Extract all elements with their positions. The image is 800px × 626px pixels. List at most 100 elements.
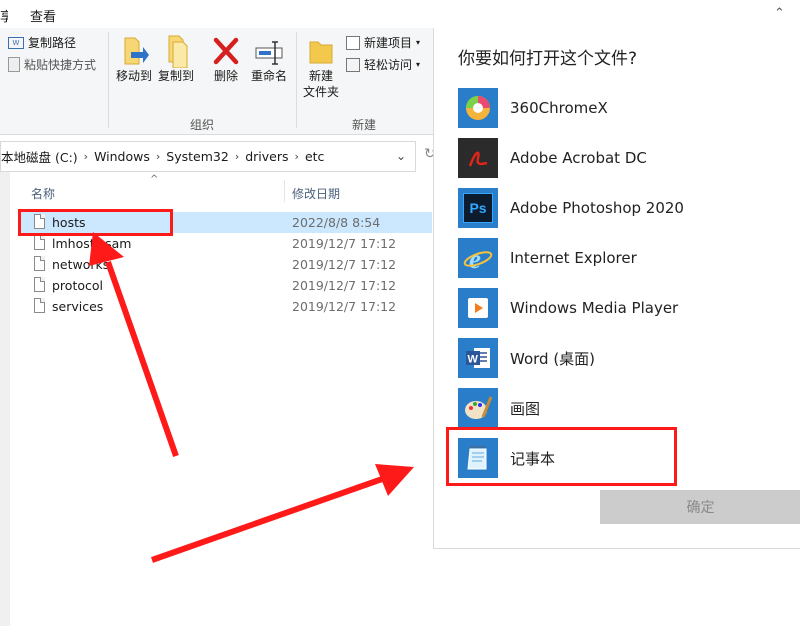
internet-explorer-icon: e <box>458 238 498 278</box>
breadcrumb-system32[interactable]: System32 <box>166 149 229 164</box>
file-name: services <box>52 299 104 314</box>
new-folder-button[interactable]: 新建 文件夹 <box>300 34 342 100</box>
highlight-box-hosts <box>18 209 173 236</box>
copy-path-label: 复制路径 <box>28 36 77 50</box>
file-name: networks <box>52 257 110 272</box>
copy-to-button[interactable]: 复制到 <box>156 34 196 84</box>
file-date: 2019/12/7 17:12 <box>292 257 397 272</box>
new-folder-label-1: 新建 <box>308 69 333 83</box>
file-date: 2022/8/8 8:54 <box>292 215 381 230</box>
sort-ascending-icon: ^ <box>150 174 159 185</box>
file-name: lmhosts.sam <box>52 236 132 251</box>
delete-label: 删除 <box>213 69 238 83</box>
nav-pane-scrollbar[interactable] <box>0 172 10 626</box>
file-row[interactable]: protocol 2019/12/7 17:12 <box>20 275 432 296</box>
ribbon-collapse-icon[interactable]: ⌃ <box>774 6 785 21</box>
acrobat-icon <box>458 138 498 178</box>
paint-icon <box>458 388 498 428</box>
address-dropdown-icon[interactable]: ⌄ <box>396 149 406 163</box>
new-item-label: 新建项目 <box>364 36 413 50</box>
column-divider[interactable] <box>284 180 285 202</box>
delete-icon <box>213 37 239 65</box>
app-label: Word (桌面) <box>510 349 596 368</box>
move-to-icon <box>124 37 149 65</box>
column-header-modified[interactable]: 修改日期 <box>292 185 340 202</box>
new-group-label: 新建 <box>352 118 377 132</box>
paste-shortcut-icon <box>8 57 20 72</box>
new-item-icon <box>346 35 360 50</box>
tab-share[interactable]: 享 <box>0 6 8 25</box>
easy-access-label: 轻松访问 <box>364 58 413 72</box>
app-label: Adobe Photoshop 2020 <box>510 199 684 217</box>
group-divider <box>296 32 297 128</box>
rename-label: 重命名 <box>250 69 287 83</box>
breadcrumb-separator-icon[interactable]: › <box>84 150 88 163</box>
photoshop-icon: Ps <box>458 188 498 228</box>
svg-text:W: W <box>468 354 479 366</box>
breadcrumb-drive[interactable]: 本地磁盘 (C:) <box>1 147 78 166</box>
breadcrumb-separator-icon[interactable]: › <box>295 150 299 163</box>
file-row[interactable]: services 2019/12/7 17:12 <box>20 296 432 317</box>
app-option-paint[interactable]: 画图 <box>458 386 788 430</box>
file-row[interactable]: lmhosts.sam 2019/12/7 17:12 <box>20 233 432 254</box>
highlight-box-notepad <box>446 427 677 486</box>
paste-shortcut-button[interactable]: 粘贴快捷方式 <box>8 56 96 73</box>
svg-text:e: e <box>469 244 481 273</box>
easy-access-dropdown-icon: ▾ <box>416 60 421 69</box>
app-option-photoshop[interactable]: Ps Adobe Photoshop 2020 <box>458 186 788 230</box>
file-date: 2019/12/7 17:12 <box>292 236 397 251</box>
delete-button[interactable]: 删除 <box>208 34 244 84</box>
chrome360-icon <box>458 88 498 128</box>
move-to-button[interactable]: 移动到 <box>114 34 154 84</box>
file-icon <box>34 298 45 313</box>
file-date: 2019/12/7 17:12 <box>292 299 397 314</box>
paste-shortcut-label: 粘贴快捷方式 <box>24 58 97 72</box>
copy-to-label: 复制到 <box>157 69 194 83</box>
file-row[interactable]: networks 2019/12/7 17:12 <box>20 254 432 275</box>
new-folder-label-2: 文件夹 <box>302 85 339 99</box>
new-item-button[interactable]: 新建项目 ▾ <box>346 34 420 51</box>
breadcrumb-drivers[interactable]: drivers <box>245 149 288 164</box>
tab-view[interactable]: 查看 <box>30 6 56 25</box>
new-item-dropdown-icon: ▾ <box>416 38 421 47</box>
app-option-internet-explorer[interactable]: e Internet Explorer <box>458 236 788 280</box>
media-player-icon <box>458 288 498 328</box>
dialog-title: 你要如何打开这个文件? <box>458 49 638 69</box>
rename-button[interactable]: 重命名 <box>248 34 290 84</box>
file-icon <box>34 256 45 271</box>
easy-access-icon <box>346 57 360 72</box>
word-icon: W <box>458 338 498 378</box>
file-name: protocol <box>52 278 103 293</box>
file-icon <box>34 277 45 292</box>
app-label: 360ChromeX <box>510 99 608 117</box>
breadcrumb-etc[interactable]: etc <box>305 149 324 164</box>
easy-access-button[interactable]: 轻松访问 ▾ <box>346 56 420 73</box>
app-label: Internet Explorer <box>510 249 637 267</box>
rename-icon <box>255 41 283 65</box>
arrow-head-notepad <box>375 464 414 496</box>
arrow-to-notepad <box>151 475 386 563</box>
column-header-name[interactable]: 名称 <box>31 185 55 202</box>
move-to-label: 移动到 <box>115 69 152 83</box>
file-icon <box>34 235 45 250</box>
ribbon-tab-bar: 享 查看 ⌃ <box>0 0 800 29</box>
address-bar[interactable]: 本地磁盘 (C:) › Windows › System32 › drivers… <box>0 141 416 172</box>
new-folder-icon <box>309 41 333 64</box>
breadcrumb-separator-icon[interactable]: › <box>156 150 160 163</box>
breadcrumb-windows[interactable]: Windows <box>94 149 150 164</box>
breadcrumb-separator-icon[interactable]: › <box>235 150 239 163</box>
app-label: Windows Media Player <box>510 299 679 317</box>
file-date: 2019/12/7 17:12 <box>292 278 397 293</box>
organize-group-label: 组织 <box>190 118 215 132</box>
copy-path-button[interactable]: W 复制路径 <box>8 34 76 51</box>
app-label: 画图 <box>510 399 541 418</box>
ok-button[interactable]: 确定 <box>600 490 800 524</box>
app-option-acrobat[interactable]: Adobe Acrobat DC <box>458 136 788 180</box>
app-option-windows-media-player[interactable]: Windows Media Player <box>458 286 788 330</box>
copy-path-icon: W <box>8 36 24 49</box>
group-divider <box>108 32 109 128</box>
app-label: Adobe Acrobat DC <box>510 149 647 167</box>
app-option-word[interactable]: W Word (桌面) <box>458 336 788 380</box>
app-option-360chromex[interactable]: 360ChromeX <box>458 86 788 130</box>
copy-to-icon <box>168 35 188 68</box>
